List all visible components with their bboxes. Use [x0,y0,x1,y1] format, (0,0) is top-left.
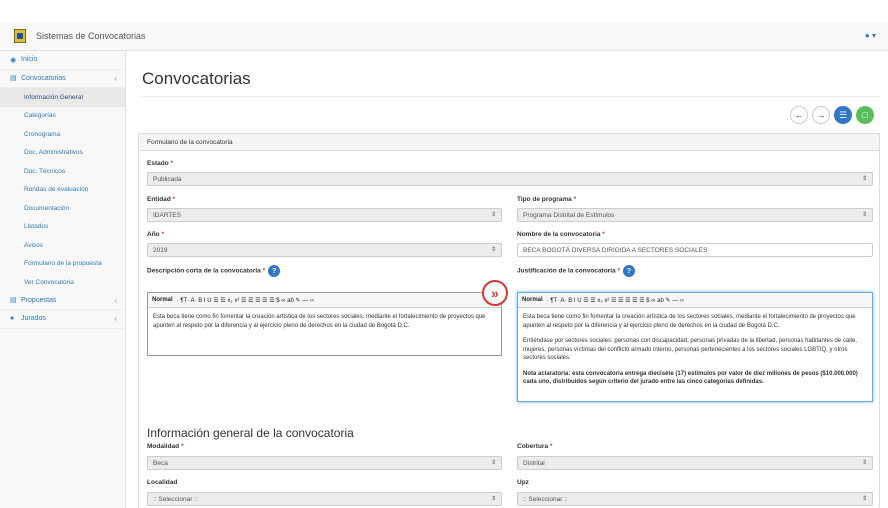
localidad-select[interactable]: :: Seleccionar :: ⇕ [147,492,502,506]
editor-toolbar: Normal · ¶T· A· B I U ☰ ☰ x₂ x² ☰ ☰ ☰ ☰ … [518,293,872,308]
localidad-label: Localidad [147,479,178,486]
select-caret-icon: ⇕ [490,212,496,218]
app-title[interactable]: Sistemas de Convocatorias [36,31,146,41]
users-icon: ● [10,315,15,323]
sidebar-subitem-categorias[interactable]: Categorías [0,107,125,126]
sidebar-item-label: Propuestas [21,296,57,304]
estado-select[interactable]: Publicada ⇕ [147,172,873,186]
tipo-programa-select[interactable]: Programa Distrital de Estímulos ⇕ [517,208,873,222]
arrow-right-icon: → [816,110,826,120]
page-title: Convocatorias [142,69,251,88]
sidebar-item-jurados[interactable]: ● Jurados ‹ [0,310,125,329]
sidebar-item-label: Convocatorias [21,74,66,82]
format-dropdown[interactable]: Normal [152,297,173,303]
divider [138,96,880,97]
sidebar-subitem-ver-convocatoria[interactable]: Ver Convocatoria [0,273,125,292]
editor-toolbar: Normal · ¶T· A· B I U ☰ ☰ x₂ x² ☰ ☰ ☰ ☰ … [148,293,501,308]
justificacion-paragraph-1: Esta beca tiene como fin fomentar la cre… [523,314,856,329]
descripcion-label: Descripción corta de la convocatoria *? [147,265,281,277]
list-icon: ▤ [10,75,17,83]
file-icon: ▤ [10,297,17,305]
editor-body[interactable]: Esta beca tiene como fin fomentar la cre… [518,308,872,399]
document-icon: □ [862,110,868,120]
sidebar-item-propuestas[interactable]: ▤ Propuestas ‹ [0,292,125,310]
sidebar-subitem-formulario[interactable]: Formulario de la propuesta [0,255,125,274]
select-caret-icon: ⇕ [861,460,867,466]
back-button[interactable]: ← [790,106,808,124]
upz-select[interactable]: :: Seleccionar :: ⇕ [517,492,873,506]
document-button[interactable]: □ [856,106,874,124]
double-chevron-right-icon: » [482,280,508,306]
panel-title: Formulario de la convocatoria [139,134,879,151]
nombre-input[interactable]: BECA BOGOTÁ DIVERSA DIRIGIDA A SECTORES … [517,243,873,257]
estado-label: Estado * [147,160,174,167]
cobertura-label: Cobertura * [517,443,553,450]
top-navbar: Sistemas de Convocatorias ● ▾ [0,22,888,51]
justificacion-editor[interactable]: Normal · ¶T· A· B I U ☰ ☰ x₂ x² ☰ ☰ ☰ ☰ … [517,292,873,402]
sidebar-subitem-listados[interactable]: Listados [0,218,125,237]
sidebar-subitem-informacion-general[interactable]: Información General [0,88,125,107]
anio-select[interactable]: 2019 ⇕ [147,243,502,257]
sidebar-subitem-rondas[interactable]: Rondas de evaluación [0,181,125,200]
dashboard-icon: ◉ [10,56,17,64]
form-panel: Formulario de la convocatoria Estado * P… [138,133,880,508]
formatting-buttons[interactable]: · ¶T· A· B I U ☰ ☰ x₂ x² ☰ ☰ ☰ ☰ ☰ $ ∞ a… [177,297,314,304]
cobertura-select[interactable]: Distrital ⇕ [517,456,873,470]
chevron-left-icon: ‹ [114,295,117,305]
chevron-left-icon: ‹ [114,314,117,324]
list-view-button[interactable]: ☰ [834,106,852,124]
justificacion-label: Justificación de la convocatoria *? [517,265,635,277]
descripcion-text: Esta beca tiene como fin fomentar la cre… [153,314,486,329]
modalidad-label: Modalidad * [147,443,184,450]
justificacion-paragraph-2: Entiéndase por sectores sociales: person… [523,338,857,361]
editor-body[interactable]: Esta beca tiene como fin fomentar la cre… [148,308,501,342]
forward-button[interactable]: → [812,106,830,124]
sidebar-subitem-doc-tecnicos[interactable]: Doc. Técnicos [0,162,125,181]
select-caret-icon: ⇕ [490,460,496,466]
main-content: Convocatorias ← → ☰ □ Formulario de la c… [138,51,880,508]
select-caret-icon: ⇕ [490,496,496,502]
format-dropdown[interactable]: Normal [522,297,543,303]
justificacion-paragraph-3: Nota aclaratoria: esta convocatoria entr… [523,370,858,386]
sidebar-subitem-avisos[interactable]: Avisos [0,236,125,255]
tipo-programa-label: Tipo de programa * [517,196,577,203]
anio-label: Año * [147,231,164,238]
help-icon[interactable]: ? [268,265,281,277]
sidebar: ◉ Inicio ▤ Convocatorias ‹ Información G… [0,51,126,508]
select-caret-icon: ⇕ [861,496,867,502]
select-caret-icon: ⇕ [861,212,867,218]
user-menu-icon[interactable]: ● ▾ [865,31,876,40]
section-title: Información general de la convocatoria [147,426,354,440]
modalidad-select[interactable]: Beca ⇕ [147,456,502,470]
select-caret-icon: ⇕ [490,247,496,253]
entidad-label: Entidad * [147,196,176,203]
select-caret-icon: ⇕ [861,176,867,182]
sidebar-item-inicio[interactable]: ◉ Inicio [0,51,125,70]
sidebar-item-label: Jurados [21,315,46,323]
sidebar-subitem-doc-administrativos[interactable]: Doc. Administrativos [0,144,125,163]
nombre-label: Nombre de la convocatoria * [517,231,605,238]
upz-label: Upz [517,479,529,486]
list-icon: ☰ [838,109,848,120]
sidebar-item-convocatorias[interactable]: ▤ Convocatorias ‹ [0,70,125,88]
sidebar-item-label: Inicio [21,56,38,64]
sidebar-subitem-documentacion[interactable]: Documentación [0,199,125,218]
bogota-logo-icon [14,29,26,43]
arrow-left-icon: ← [794,110,804,120]
formatting-buttons[interactable]: · ¶T· A· B I U ☰ ☰ x₂ x² ☰ ☰ ☰ ☰ ☰ $ ∞ a… [547,297,684,304]
entidad-select[interactable]: IDARTES ⇕ [147,208,502,222]
sidebar-subitem-cronograma[interactable]: Cronograma [0,125,125,144]
help-icon[interactable]: ? [622,265,635,277]
descripcion-editor[interactable]: Normal · ¶T· A· B I U ☰ ☰ x₂ x² ☰ ☰ ☰ ☰ … [147,292,502,356]
chevron-left-icon: ‹ [114,73,117,83]
